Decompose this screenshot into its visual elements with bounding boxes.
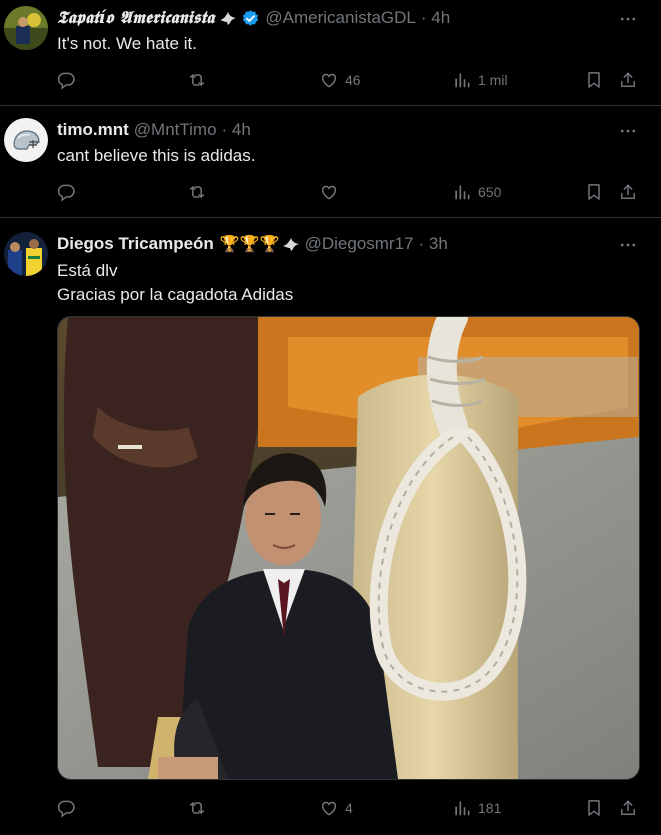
eagle-icon (219, 10, 237, 26)
action-bar: 46 1 mil (56, 68, 647, 92)
photo-illustration (58, 317, 639, 779)
timestamp[interactable]: · 3h (419, 234, 448, 254)
display-name[interactable]: Diegos Tricampeón (57, 234, 214, 254)
bookmark-button[interactable] (584, 68, 604, 92)
share-button[interactable] (618, 68, 638, 92)
eagle-icon (282, 236, 300, 252)
handle[interactable]: @Diegosmr17 (305, 234, 414, 254)
tweet-1[interactable]: 𝕿𝖆𝖕𝖆𝖙í𝖔 𝕬𝖒𝖊𝖗𝖎𝖈𝖆𝖓𝖎𝖘𝖙𝖆 @AmericanistaGDL · … (0, 0, 661, 106)
share-button[interactable] (618, 180, 638, 204)
reply-icon (56, 70, 76, 90)
reply-button[interactable] (56, 796, 76, 820)
tweet-3[interactable]: Diegos Tricampeón 🏆🏆🏆 @Diegosmr17 · 3h E… (0, 218, 661, 835)
tweet-text: cant believe this is adidas. (57, 146, 256, 165)
view-count: 650 (478, 184, 502, 200)
reply-button[interactable] (56, 180, 76, 204)
repost-button[interactable] (187, 180, 207, 204)
like-count: 4 (345, 800, 353, 816)
reply-icon (56, 798, 76, 818)
views-icon (452, 70, 472, 90)
share-icon (618, 70, 638, 90)
views-icon (452, 182, 472, 202)
view-count: 1 mil (478, 72, 508, 88)
timestamp[interactable]: · 4h (421, 8, 450, 28)
action-bar: 4 181 (56, 796, 647, 820)
like-button[interactable] (319, 180, 345, 204)
bookmark-button[interactable] (584, 796, 604, 820)
tweet-text: Está dlv Gracias por la cagadota Adidas (57, 259, 293, 307)
more-icon[interactable] (617, 8, 639, 30)
handle[interactable]: @AmericanistaGDL (265, 8, 415, 28)
display-name[interactable]: 𝕿𝖆𝖕𝖆𝖙í𝖔 𝕬𝖒𝖊𝖗𝖎𝖈𝖆𝖓𝖎𝖘𝖙𝖆 (57, 8, 214, 28)
bookmark-button[interactable] (584, 180, 604, 204)
tweet-text-line: Gracias por la cagadota Adidas (57, 285, 294, 304)
share-icon (618, 182, 638, 202)
bookmark-icon (584, 70, 604, 90)
repost-icon (187, 70, 207, 90)
tweet-header: 𝕿𝖆𝖕𝖆𝖙í𝖔 𝕬𝖒𝖊𝖗𝖎𝖈𝖆𝖓𝖎𝖘𝖙𝖆 @AmericanistaGDL · … (57, 7, 450, 29)
share-icon (618, 798, 638, 818)
share-button[interactable] (618, 796, 638, 820)
reply-icon (56, 182, 76, 202)
action-bar: 650 (56, 180, 647, 204)
repost-button[interactable] (187, 68, 207, 92)
tweet-2[interactable]: timo.mnt @MntTimo · 4h cant believe this… (0, 106, 661, 218)
tweet-header: timo.mnt @MntTimo · 4h (57, 119, 251, 141)
display-name[interactable]: timo.mnt (57, 120, 129, 140)
bookmark-icon (584, 182, 604, 202)
tweet-text-line: Está dlv (57, 261, 118, 280)
heart-icon (319, 182, 339, 202)
view-count: 181 (478, 800, 502, 816)
like-count: 46 (345, 72, 361, 88)
tweet-image[interactable] (57, 316, 640, 780)
verified-badge-icon (241, 9, 260, 28)
views-button[interactable]: 1 mil (452, 68, 508, 92)
more-icon[interactable] (617, 234, 639, 256)
views-icon (452, 798, 472, 818)
heart-icon (319, 798, 339, 818)
repost-button[interactable] (187, 796, 207, 820)
like-button[interactable]: 46 (319, 68, 361, 92)
more-icon[interactable] (617, 120, 639, 142)
views-button[interactable]: 181 (452, 796, 501, 820)
trophy-emojis: 🏆🏆🏆 (219, 236, 280, 253)
repost-icon (187, 182, 207, 202)
avatar[interactable] (4, 232, 48, 276)
tweet-header: Diegos Tricampeón 🏆🏆🏆 @Diegosmr17 · 3h (57, 233, 448, 255)
bookmark-icon (584, 798, 604, 818)
avatar[interactable] (4, 6, 48, 50)
tweet-text: It's not. We hate it. (57, 34, 197, 53)
repost-icon (187, 798, 207, 818)
handle[interactable]: @MntTimo (134, 120, 217, 140)
avatar[interactable] (4, 118, 48, 162)
like-button[interactable]: 4 (319, 796, 353, 820)
views-button[interactable]: 650 (452, 180, 501, 204)
heart-icon (319, 70, 339, 90)
timestamp[interactable]: · 4h (222, 120, 251, 140)
reply-button[interactable] (56, 68, 76, 92)
